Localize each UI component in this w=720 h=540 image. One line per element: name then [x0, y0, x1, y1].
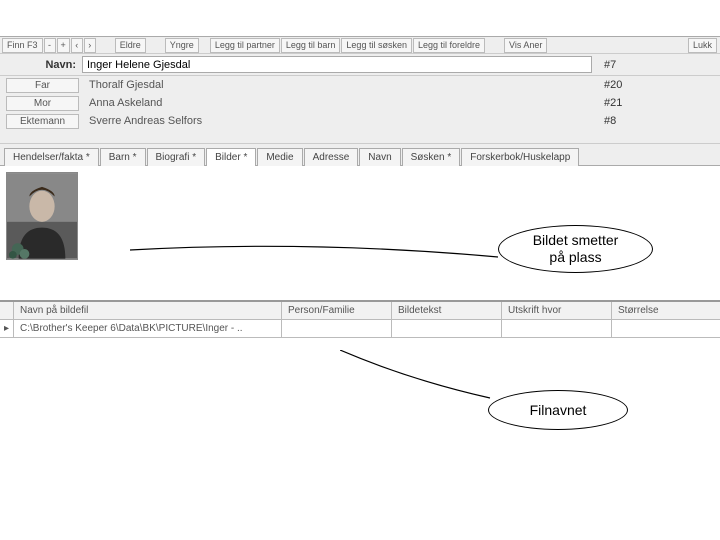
col-size[interactable]: Størrelse — [612, 302, 720, 320]
callout-filename: Filnavnet — [488, 390, 628, 430]
zoom-out-button[interactable]: - — [44, 38, 56, 53]
tab-siblings[interactable]: Søsken * — [402, 148, 461, 166]
father-name: Thoralf Gjesdal — [87, 79, 600, 91]
cell-person-family[interactable] — [282, 320, 392, 338]
view-ancestors-button[interactable]: Vis Aner — [504, 38, 547, 53]
person-id: #7 — [600, 59, 720, 71]
toolbar: Finn F3 - + ‹ › Eldre Yngre Legg til par… — [0, 36, 720, 54]
mother-id: #21 — [600, 97, 720, 109]
col-caption[interactable]: Bildetekst — [392, 302, 502, 320]
tab-media[interactable]: Medie — [257, 148, 302, 166]
younger-button[interactable]: Yngre — [165, 38, 199, 53]
callout-tail-2 — [340, 350, 500, 410]
tab-children[interactable]: Barn * — [100, 148, 146, 166]
tab-bar: Hendelser/fakta * Barn * Biografi * Bild… — [0, 144, 720, 166]
mother-name: Anna Askeland — [87, 97, 600, 109]
add-child-button[interactable]: Legg til barn — [281, 38, 341, 53]
cell-filename[interactable]: C:\Brother's Keeper 6\Data\BK\PICTURE\In… — [14, 320, 282, 338]
table-row[interactable]: ▸ C:\Brother's Keeper 6\Data\BK\PICTURE\… — [0, 320, 720, 338]
row-marker-icon: ▸ — [0, 320, 14, 338]
tab-biography[interactable]: Biografi * — [147, 148, 206, 166]
spouse-id: #8 — [600, 115, 720, 127]
relation-row-father: Far Thoralf Gjesdal #20 — [0, 76, 720, 94]
col-print-where[interactable]: Utskrift hvor — [502, 302, 612, 320]
cell-size[interactable] — [612, 320, 720, 338]
cell-print-where[interactable] — [502, 320, 612, 338]
prev-button[interactable]: ‹ — [71, 38, 83, 53]
name-row: Navn: #7 — [0, 54, 720, 76]
image-grid: Navn på bildefil Person/Familie Bildetek… — [0, 300, 720, 338]
relation-row-mother: Mor Anna Askeland #21 — [0, 94, 720, 112]
spouse-button[interactable]: Ektemann — [6, 114, 79, 129]
photo-image — [7, 173, 77, 259]
cell-caption[interactable] — [392, 320, 502, 338]
spouse-name: Sverre Andreas Selfors — [87, 115, 600, 127]
spacer — [0, 130, 720, 144]
person-photo[interactable] — [6, 172, 78, 260]
father-id: #20 — [600, 79, 720, 91]
add-parents-button[interactable]: Legg til foreldre — [413, 38, 485, 53]
app-window: Finn F3 - + ‹ › Eldre Yngre Legg til par… — [0, 0, 720, 540]
name-input[interactable] — [82, 56, 592, 73]
older-button[interactable]: Eldre — [115, 38, 146, 53]
name-label: Navn: — [0, 59, 82, 71]
father-button[interactable]: Far — [6, 78, 79, 93]
grid-header: Navn på bildefil Person/Familie Bildetek… — [0, 302, 720, 320]
col-filename[interactable]: Navn på bildefil — [14, 302, 282, 320]
col-person-family[interactable]: Person/Familie — [282, 302, 392, 320]
tab-events[interactable]: Hendelser/fakta * — [4, 148, 99, 166]
tab-address[interactable]: Adresse — [304, 148, 359, 166]
grid-corner — [0, 302, 14, 320]
tab-images[interactable]: Bilder * — [206, 148, 256, 166]
tab-research[interactable]: Forskerbok/Huskelapp — [461, 148, 579, 166]
close-button[interactable]: Lukk — [688, 38, 717, 53]
tab-name[interactable]: Navn — [359, 148, 400, 166]
mother-button[interactable]: Mor — [6, 96, 79, 111]
add-sibling-button[interactable]: Legg til søsken — [341, 38, 412, 53]
add-partner-button[interactable]: Legg til partner — [210, 38, 280, 53]
relation-row-spouse: Ektemann Sverre Andreas Selfors #8 — [0, 112, 720, 130]
find-button[interactable]: Finn F3 — [2, 38, 43, 53]
next-button[interactable]: › — [84, 38, 96, 53]
zoom-in-button[interactable]: + — [57, 38, 70, 53]
callout-image-placed: Bildet smetter på plass — [498, 225, 653, 273]
